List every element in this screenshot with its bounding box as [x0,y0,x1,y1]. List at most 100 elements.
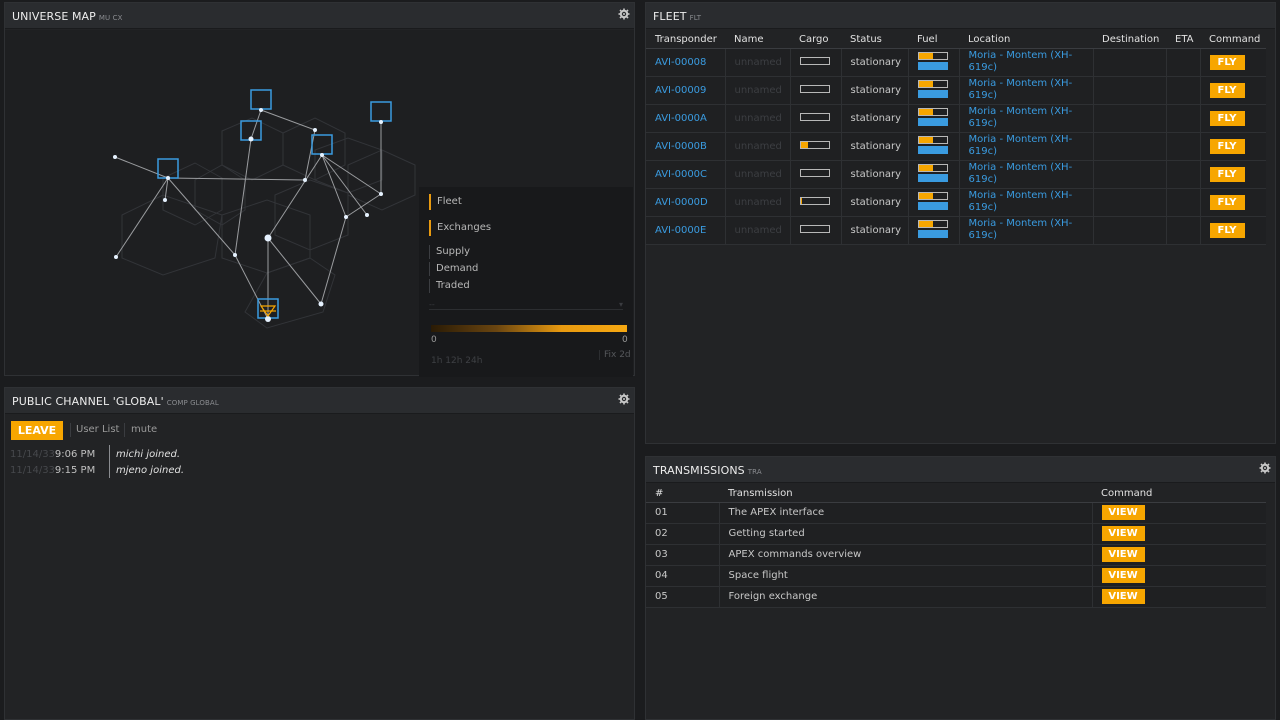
cargo-bar[interactable] [799,196,830,205]
fly-button[interactable]: FLY [1209,222,1245,238]
fly-button[interactable]: FLY [1209,82,1245,98]
fuel-stl-fill [918,80,933,87]
fuel-gauge[interactable] [917,219,948,238]
legend-fleet[interactable]: Fleet [429,194,462,210]
transponder-link[interactable]: AVI-0000E [655,225,706,236]
map-canvas[interactable]: Fleet Exchanges Supply Demand Traded -- ▾… [5,30,634,377]
transponder-link[interactable]: AVI-0000D [655,197,708,208]
fly-button[interactable]: FLY [1209,166,1245,182]
fleet-header-row: Transponder Name Cargo Status Fuel Locat… [646,31,1266,49]
fly-button[interactable]: FLY [1209,54,1245,70]
fuel-stl-fill [918,108,933,115]
message-time: 9:06 PM [54,449,96,460]
universe-map-title: UNIVERSE MAP [12,10,96,23]
transponder-link[interactable]: AVI-0000A [655,113,707,124]
transponder-link[interactable]: AVI-0000C [655,169,707,180]
legend-time-range[interactable]: 1h 12h 24h [431,356,482,366]
fuel-stl-fill [918,192,933,199]
column-header[interactable]: Destination [1093,31,1166,49]
gear-icon[interactable] [618,8,630,20]
cargo-fill [800,197,802,204]
transponder-link[interactable]: AVI-00008 [655,57,706,68]
location-link[interactable]: Moria - Montem (XH-619c) [969,190,1089,214]
view-button[interactable]: VIEW [1101,526,1145,541]
fuel-gauge[interactable] [917,163,948,182]
location-link[interactable]: Moria - Montem (XH-619c) [969,106,1089,130]
transponder-link[interactable]: AVI-0000B [655,141,707,152]
fuel-gauge[interactable] [917,191,948,210]
transmissions-header: TRANSMISSIONS TRA [646,457,1275,483]
column-header[interactable]: Command [1092,485,1266,503]
fuel-gauge[interactable] [917,79,948,98]
legend-traded[interactable]: Traded [429,279,470,293]
user-list-button[interactable]: User List [76,424,119,435]
column-header[interactable]: Transponder [646,31,725,49]
location-link[interactable]: Moria - Montem (XH-619c) [969,134,1089,158]
ship-name[interactable]: unnamed [735,57,782,68]
ship-name[interactable]: unnamed [735,85,782,96]
cargo-bar[interactable] [799,140,830,149]
fleet-subtitle: FLT [689,14,702,22]
legend-exchanges[interactable]: Exchanges [429,220,491,236]
transmission-title: Getting started [728,528,805,539]
fuel-stl-bar [917,51,948,60]
fly-button[interactable]: FLY [1209,138,1245,154]
fly-button[interactable]: FLY [1209,194,1245,210]
column-header[interactable]: Command [1200,31,1266,49]
location-link[interactable]: Moria - Montem (XH-619c) [969,50,1089,74]
column-header[interactable]: ETA [1166,31,1200,49]
ship-name[interactable]: unnamed [735,113,782,124]
column-header[interactable]: Transmission [719,485,1092,503]
view-button[interactable]: VIEW [1101,547,1145,562]
cargo-bar[interactable] [799,224,830,233]
column-header[interactable]: # [646,485,719,503]
cargo-bar[interactable] [799,112,830,121]
column-header[interactable]: Location [959,31,1093,49]
view-button[interactable]: VIEW [1101,589,1145,604]
legend-max: 0 [622,335,628,345]
transponder-link[interactable]: AVI-00009 [655,85,706,96]
cargo-bar[interactable] [799,84,830,93]
mute-button[interactable]: mute [131,424,157,435]
fuel-gauge[interactable] [917,107,948,126]
message-date: 11/14/33 [10,465,55,476]
chat-message: 11/14/339:06 PM michi joined. [10,445,180,465]
cargo-fill [800,141,808,148]
location-link[interactable]: Moria - Montem (XH-619c) [969,78,1089,102]
view-button[interactable]: VIEW [1101,505,1145,520]
view-button[interactable]: VIEW [1101,568,1145,583]
fleet-body: Transponder Name Cargo Status Fuel Locat… [646,31,1275,443]
table-row: 05 Foreign exchange VIEW [646,586,1266,608]
ship-name[interactable]: unnamed [735,197,782,208]
transmission-title: Foreign exchange [728,591,818,602]
leave-button[interactable]: LEAVE [11,421,63,440]
legend-supply[interactable]: Supply [429,245,470,259]
chat-body: LEAVE User List mute 11/14/339:06 PM mic… [5,415,634,719]
column-header[interactable]: Name [725,31,790,49]
cargo-bar[interactable] [799,56,830,65]
ship-name[interactable]: unnamed [735,169,782,180]
fuel-gauge[interactable] [917,135,948,154]
legend-demand[interactable]: Demand [429,262,478,276]
public-channel-title: PUBLIC CHANNEL 'GLOBAL' [12,395,164,408]
legend-fix-button[interactable]: Fix 2d [599,350,631,360]
column-header[interactable]: Cargo [790,31,841,49]
transmissions-header-row: # Transmission Command [646,485,1266,503]
universe-map-header: UNIVERSE MAP MU CX [5,3,634,29]
column-header[interactable]: Fuel [908,31,959,49]
ship-name[interactable]: unnamed [735,225,782,236]
transmission-number: 04 [655,570,668,581]
location-link[interactable]: Moria - Montem (XH-619c) [969,162,1089,186]
gear-icon[interactable] [1259,462,1271,474]
table-row: AVI-0000C unnamed stationary Moria - Montem… [646,160,1266,189]
location-link[interactable]: Moria - Montem (XH-619c) [969,218,1089,242]
gear-icon[interactable] [618,393,630,405]
cargo-bar[interactable] [799,168,830,177]
fly-button[interactable]: FLY [1209,110,1245,126]
fuel-stl-fill [918,52,933,59]
column-header[interactable]: Status [841,31,908,49]
fuel-stl-bar [917,79,948,88]
ship-name[interactable]: unnamed [735,141,782,152]
fuel-gauge[interactable] [917,51,948,70]
legend-material-select[interactable]: -- ▾ [429,300,623,310]
